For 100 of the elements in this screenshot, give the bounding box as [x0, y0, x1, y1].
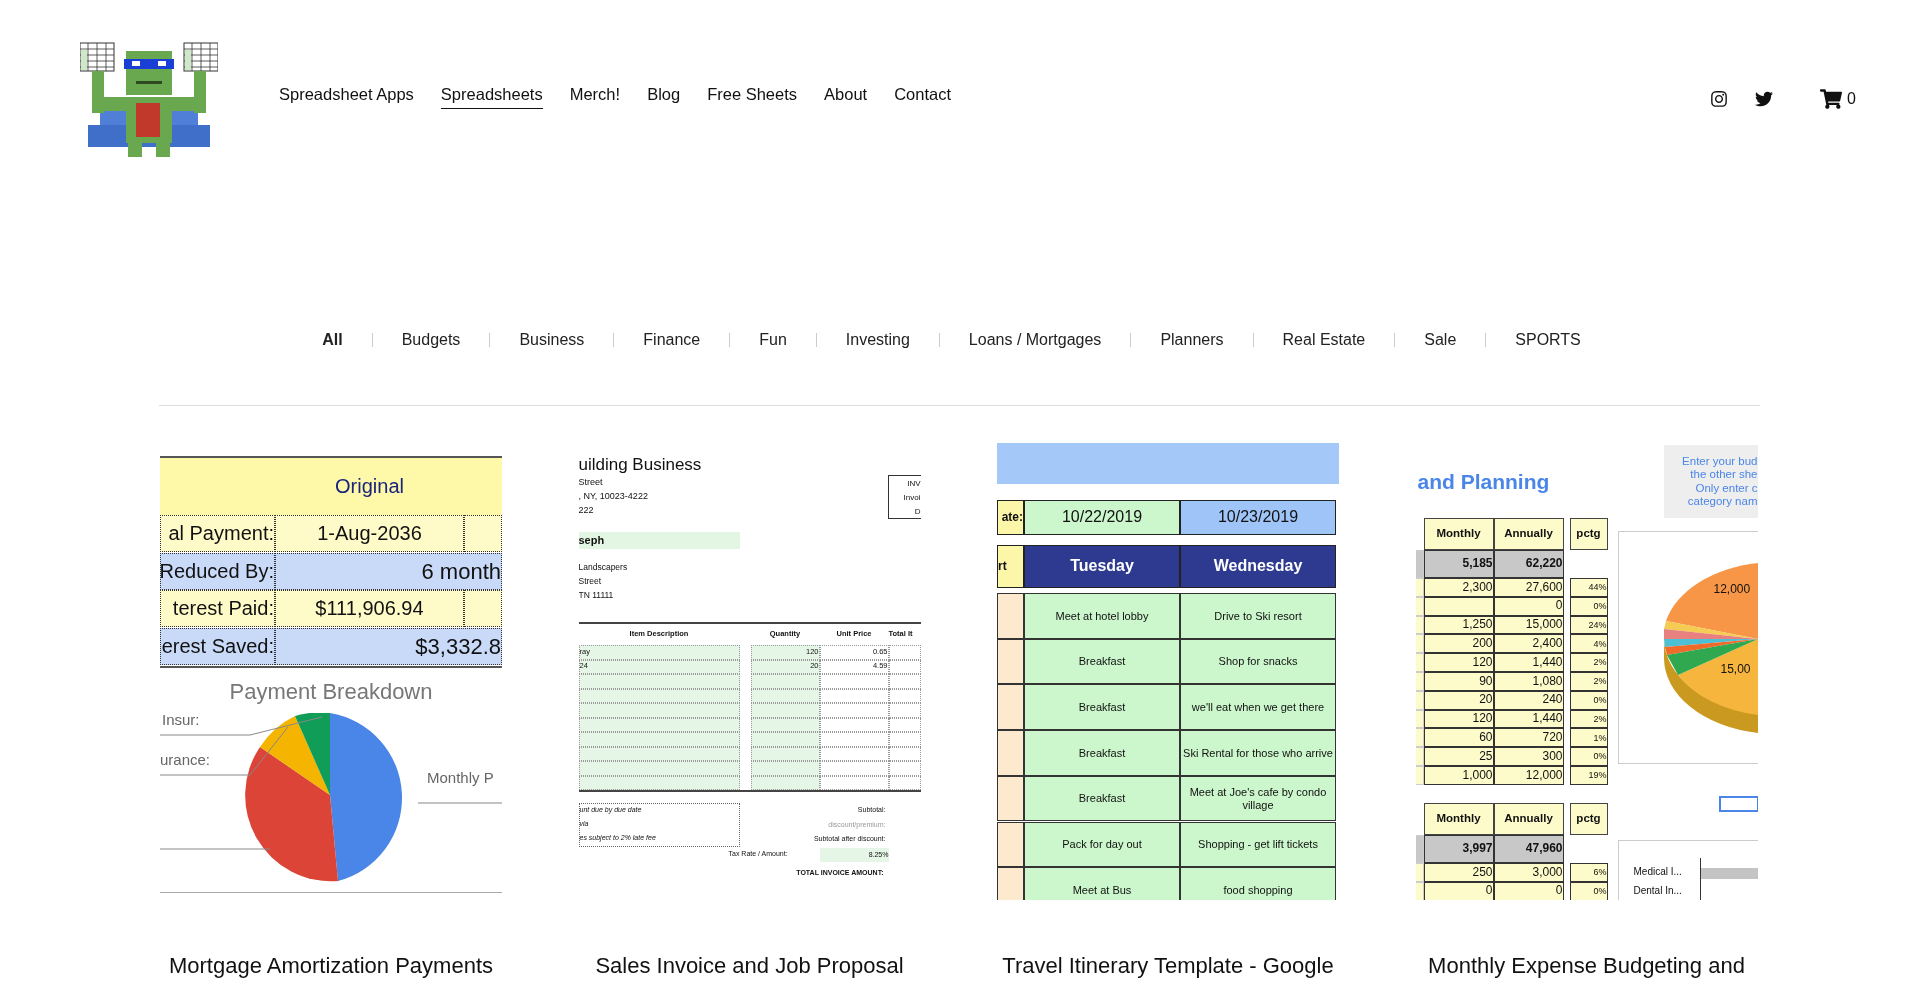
- table-cell: [1415, 728, 1424, 748]
- product-title[interactable]: Monthly Expense Budgeting and: [1428, 951, 1745, 980]
- table-cell: 120: [1423, 653, 1494, 672]
- activity-cell: Drive to Ski resort: [1180, 593, 1336, 639]
- invoice-info-label: D: [913, 505, 921, 518]
- percent-cell: 0%: [1569, 596, 1608, 616]
- category-filter[interactable]: Budgets: [401, 331, 461, 349]
- table-cell: 1,440: [1493, 653, 1564, 672]
- percent-cell: 2%: [1569, 653, 1608, 672]
- nav-link[interactable]: Free Sheets: [707, 84, 798, 109]
- percent-cell: 4%: [1569, 634, 1608, 654]
- percent-cell: 0%: [1569, 747, 1608, 766]
- row-label: rt: [997, 545, 1024, 588]
- table-cell: $111,906.94: [275, 590, 464, 628]
- cart-link[interactable]: 0: [1820, 87, 1856, 110]
- invoice-info-label: INV: [906, 477, 921, 490]
- category-filter[interactable]: Real Estate: [1282, 331, 1366, 349]
- client-name: seph: [578, 532, 740, 549]
- quantity-cell: [750, 674, 820, 689]
- date-cell: 10/22/2019: [1024, 500, 1180, 535]
- table-cell: 1-Aug-2036: [275, 515, 464, 552]
- mascot-logo[interactable]: [80, 40, 218, 157]
- nav-link[interactable]: About: [824, 84, 868, 109]
- time-cell: [997, 775, 1024, 822]
- category-filter[interactable]: Fun: [759, 331, 787, 349]
- category-filter[interactable]: Business: [519, 331, 585, 349]
- product-title[interactable]: Travel Itinerary Template - Google: [1002, 951, 1334, 980]
- cart-icon: [1820, 87, 1843, 110]
- activity-cell: we'll eat when we get there: [1180, 684, 1336, 731]
- address-line: 222: [578, 505, 594, 516]
- company-name: uilding Business: [578, 455, 702, 475]
- table-cell: 27,600: [1493, 578, 1564, 597]
- bar-label: Dental In...: [1633, 885, 1682, 897]
- time-cell: [997, 730, 1024, 776]
- price-cell: [819, 746, 889, 761]
- price-cell: [819, 732, 889, 747]
- price-cell: [819, 688, 889, 703]
- nav-link[interactable]: Spreadsheet Apps: [279, 84, 414, 109]
- selected-cell-outline: [1718, 796, 1758, 812]
- table-cell: 62,220: [1493, 550, 1564, 578]
- row-label: Reduced By:: [160, 552, 275, 590]
- category-filter[interactable]: Finance: [643, 331, 701, 349]
- table-cell: 720: [1493, 728, 1564, 748]
- price-cell: [819, 761, 889, 776]
- total-cell: [888, 659, 921, 674]
- table-cell: [1415, 835, 1424, 863]
- table-cell: 3,997: [1423, 835, 1494, 863]
- quantity-cell: [750, 732, 820, 747]
- total-cell: [888, 761, 921, 776]
- percent-cell: 6%: [1569, 863, 1608, 882]
- table-cell: 6 month: [275, 552, 502, 590]
- table-cell: [1415, 672, 1424, 691]
- category-filter[interactable]: Planners: [1160, 331, 1224, 349]
- nav-link[interactable]: Spreadsheets: [440, 84, 543, 109]
- instagram-icon[interactable]: [1710, 89, 1729, 108]
- table-cell: 1,080: [1493, 672, 1564, 691]
- cart-count: 0: [1847, 89, 1856, 108]
- table-cell: 200: [1423, 634, 1494, 654]
- chart-label: urance:: [160, 751, 211, 769]
- activity-cell: Breakfast: [1024, 684, 1180, 731]
- category-filter[interactable]: All: [322, 331, 343, 349]
- column-header: Annually: [1493, 518, 1564, 550]
- nav-link[interactable]: Contact: [894, 84, 952, 109]
- percent-cell: 0%: [1569, 690, 1608, 710]
- table-cell: [464, 515, 502, 552]
- table-cell: $3,332.8: [275, 628, 502, 666]
- price-cell: [819, 674, 889, 689]
- item-field[interactable]: [578, 761, 740, 776]
- table-cell: [1415, 596, 1424, 616]
- table-cell: [1415, 863, 1424, 882]
- item-field[interactable]: [578, 703, 740, 718]
- nav-link[interactable]: Blog: [647, 84, 681, 109]
- category-filter[interactable]: SPORTS: [1515, 331, 1581, 349]
- percent-cell: 24%: [1569, 615, 1608, 635]
- category-filter[interactable]: Loans / Mortgages: [968, 331, 1102, 349]
- percent-cell: 0%: [1569, 881, 1608, 900]
- bar-label: Medical I...: [1633, 866, 1682, 878]
- nav-link[interactable]: Merch!: [569, 84, 621, 109]
- time-cell: [997, 638, 1024, 685]
- category-filter[interactable]: Investing: [845, 331, 910, 349]
- total-cell: [888, 703, 921, 718]
- percent-cell: 44%: [1569, 578, 1608, 597]
- product-title[interactable]: Mortgage Amortization Payments: [168, 951, 493, 980]
- table-cell: [1415, 550, 1424, 578]
- twitter-icon[interactable]: [1755, 89, 1774, 108]
- price-cell: [819, 703, 889, 718]
- table-cell: 12,000: [1493, 766, 1564, 785]
- table-cell: 60: [1423, 728, 1494, 748]
- column-header: pctg: [1569, 518, 1608, 550]
- table-cell: 300: [1493, 747, 1564, 766]
- activity-cell: Ski Rental for those who arrive: [1180, 730, 1336, 776]
- product-title[interactable]: Sales Invoice and Job Proposal: [595, 951, 904, 980]
- activity-cell: Breakfast: [1024, 775, 1180, 822]
- chart-value-label: 12,000: [1713, 583, 1751, 597]
- activity-cell: Meet at Joe's cafe by condo village: [1180, 775, 1336, 822]
- item-field[interactable]: [578, 732, 740, 747]
- time-cell: [997, 821, 1024, 868]
- total-cell: [888, 746, 921, 761]
- category-filter[interactable]: Sale: [1424, 331, 1457, 349]
- item-field[interactable]: [578, 674, 740, 689]
